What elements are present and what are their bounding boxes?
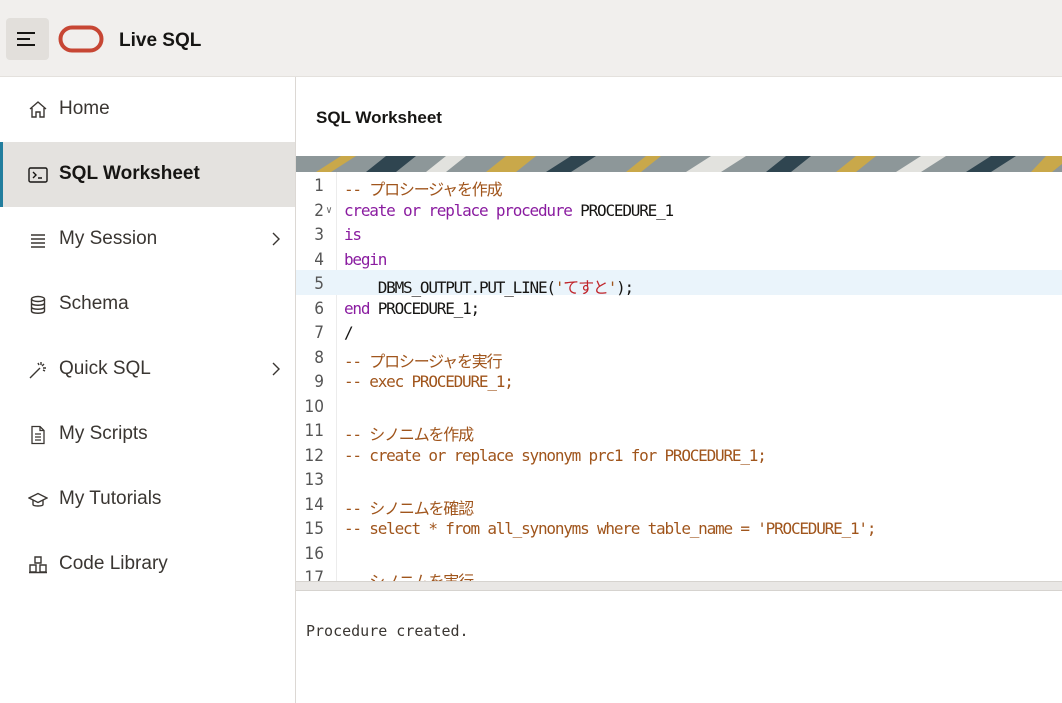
code-line[interactable]: 15 -- select * from all_synonyms where ta… — [296, 515, 1062, 540]
code-line[interactable]: 17 -- シノニムを実行 — [296, 564, 1062, 581]
home-icon — [29, 101, 47, 118]
line-number: 15 — [304, 519, 324, 539]
sidebar-item-quick-sql[interactable]: Quick SQL — [0, 337, 295, 402]
code-line[interactable]: 5 DBMS_OUTPUT.PUT_LINE('てすと'); — [296, 270, 1062, 297]
code-text: begin — [344, 249, 387, 269]
line-number: 16 — [304, 543, 324, 564]
code-line[interactable]: 12 -- create or replace synonym prc1 for … — [296, 442, 1062, 467]
line-number: 10 — [304, 396, 324, 417]
sidebar-item-label: SQL Worksheet — [59, 163, 200, 184]
sidebar-item-label: My Tutorials — [59, 488, 162, 509]
decorative-banner — [296, 156, 1062, 172]
sidebar-item-home[interactable]: Home — [0, 77, 295, 142]
oracle-logo[interactable] — [58, 25, 104, 53]
chevron-right-icon — [272, 362, 280, 376]
code-line[interactable]: 3 is — [296, 221, 1062, 246]
line-number: 8 — [314, 347, 324, 368]
line-number: 7 — [314, 323, 324, 343]
sidebar-item-schema[interactable]: Schema — [0, 272, 295, 337]
code-line[interactable]: 8 -- プロシージャを実行 — [296, 344, 1062, 371]
line-number: 2 — [314, 200, 324, 221]
sidebar-item-sql-worksheet[interactable]: SQL Worksheet — [0, 142, 295, 207]
sidebar-item-my-session[interactable]: My Session — [0, 207, 295, 272]
sidebar-item-label: My Session — [59, 228, 158, 249]
script-output: Procedure created. — [306, 622, 469, 640]
chevron-right-icon — [272, 232, 280, 246]
code-line[interactable]: 1 -- プロシージャを作成 — [296, 172, 1062, 199]
code-text: -- select * from all_synonyms where tabl… — [344, 519, 876, 538]
code-editor[interactable]: 1 -- プロシージャを作成 2 ∨ create or replace procedu… — [296, 172, 1062, 581]
pattern-graphic — [296, 156, 1062, 172]
sidebar-item-label: Quick SQL — [59, 358, 151, 379]
hamburger-icon — [17, 32, 35, 46]
sidebar-item-my-scripts[interactable]: My Scripts — [0, 402, 295, 467]
sidebar-item-code-library[interactable]: Code Library — [0, 532, 295, 597]
line-number: 1 — [314, 176, 324, 196]
database-icon — [30, 295, 46, 314]
sidebar-item-label: Code Library — [59, 553, 168, 574]
code-line[interactable]: 4 begin — [296, 246, 1062, 271]
line-number: 3 — [314, 225, 324, 245]
code-text: -- exec PROCEDURE_1; — [344, 372, 514, 391]
code-line[interactable]: 6 end PROCEDURE_1; — [296, 295, 1062, 320]
line-number: 11 — [304, 421, 324, 441]
list-icon — [31, 234, 45, 248]
line-number: 13 — [304, 470, 324, 490]
code-line[interactable]: 9 -- exec PROCEDURE_1; — [296, 368, 1062, 393]
line-number: 12 — [304, 445, 324, 466]
code-text: / — [344, 323, 354, 342]
line-number: 9 — [314, 372, 324, 392]
library-icon — [29, 556, 47, 574]
terminal-icon — [28, 167, 48, 183]
code-text: -- シノニムを実行 — [344, 568, 474, 581]
line-number: 4 — [314, 249, 324, 270]
code-line[interactable]: 10 — [296, 393, 1062, 418]
code-line[interactable]: 11 -- シノニムを作成 — [296, 417, 1062, 444]
magic-wand-icon — [29, 362, 46, 379]
code-line[interactable]: 2 ∨ create or replace procedure PROCEDURE_… — [296, 197, 1062, 222]
page-title: SQL Worksheet — [316, 108, 442, 127]
code-line[interactable]: 13 — [296, 466, 1062, 491]
code-text: end PROCEDURE_1; — [344, 298, 480, 318]
fold-chevron-icon[interactable]: ∨ — [326, 205, 332, 216]
code-line[interactable]: 7/ — [296, 319, 1062, 344]
line-number: 6 — [314, 298, 324, 319]
sidebar-item-my-tutorials[interactable]: My Tutorials — [0, 467, 295, 532]
code-line[interactable]: 14 -- シノニムを確認 — [296, 491, 1062, 518]
line-number: 5 — [314, 274, 324, 294]
top-bar: Live SQL — [0, 0, 1062, 77]
graduation-cap-icon — [28, 492, 48, 507]
line-number: 17 — [304, 568, 324, 581]
code-text: create or replace procedure PROCEDURE_1 — [344, 200, 674, 220]
app-title: Live SQL — [119, 30, 202, 51]
code-text: is — [344, 225, 362, 244]
menu-button[interactable] — [6, 18, 49, 60]
sidebar-item-label: My Scripts — [59, 423, 148, 444]
sidebar-item-label: Home — [59, 98, 110, 119]
sidebar: Home SQL Worksheet My Session Schema Qui… — [0, 77, 296, 703]
code-text: -- create or replace synonym prc1 for PR… — [344, 445, 767, 465]
code-line[interactable]: 16 — [296, 540, 1062, 565]
sidebar-item-label: Schema — [59, 293, 129, 314]
document-icon — [31, 425, 45, 445]
panel-resize-handle[interactable] — [296, 581, 1062, 591]
line-number: 14 — [304, 494, 324, 515]
